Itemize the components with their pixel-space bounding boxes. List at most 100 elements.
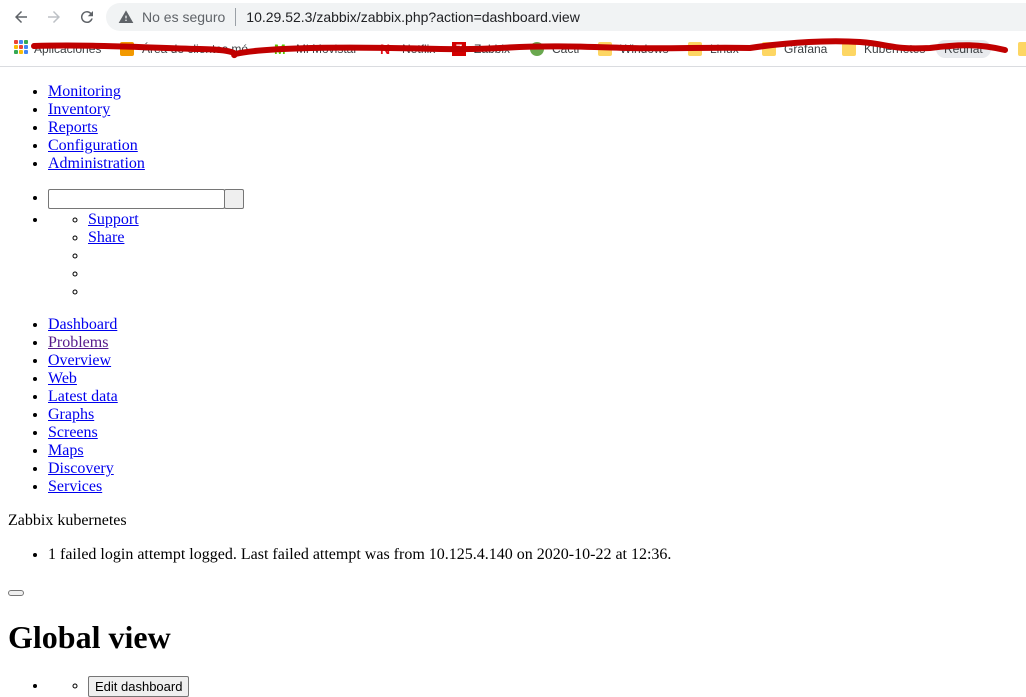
dashboard-controls-sub: Edit dashboard xyxy=(48,676,190,697)
folder-icon xyxy=(1018,42,1026,56)
movistar-icon: M xyxy=(274,41,286,57)
folder-icon xyxy=(842,42,856,56)
omnibox-separator xyxy=(235,8,237,26)
user-links-item: Support Share xyxy=(48,211,244,301)
main-menu-item: Monitoring xyxy=(48,83,145,101)
bookmark-label: Netflix xyxy=(402,42,436,56)
submenu-problems[interactable]: Problems xyxy=(48,334,108,351)
menu-reports[interactable]: Reports xyxy=(48,119,98,136)
search-button[interactable] xyxy=(224,189,244,209)
bookmark-label: Cacti xyxy=(552,42,580,56)
share-link[interactable]: Share xyxy=(88,229,124,246)
dashboard-controls-item: Edit dashboard xyxy=(48,676,190,697)
bookmark-label: Windows xyxy=(620,42,669,56)
bookmark-label: Aplicaciones xyxy=(34,42,102,56)
bookmark-label: Zabbix xyxy=(474,42,511,56)
user-link-item: Share xyxy=(88,229,244,247)
submenu-overview[interactable]: Overview xyxy=(48,352,111,369)
browser-chrome: No es seguro 10.29.52.3/zabbix/zabbix.ph… xyxy=(0,0,1026,67)
folder-icon xyxy=(598,42,612,56)
menu-monitoring[interactable]: Monitoring xyxy=(48,83,121,100)
forward-button[interactable] xyxy=(42,5,66,29)
bookmark-netflix[interactable]: N Netflix xyxy=(380,40,435,58)
bookmark-label: Mi Movistar xyxy=(296,42,358,56)
sub-menu-item: Services xyxy=(48,478,118,496)
dashboard-controls: Edit dashboard xyxy=(8,676,190,697)
user-link-item xyxy=(88,247,244,265)
bookmark-kubernetes[interactable]: Kubernetes xyxy=(842,40,925,58)
main-menu-item: Administration xyxy=(48,155,145,173)
url-text[interactable]: 10.29.52.3/zabbix/zabbix.php?action=dash… xyxy=(246,9,580,25)
user-links: Support Share xyxy=(48,211,244,301)
search-item xyxy=(48,189,244,209)
folder-icon xyxy=(762,42,776,56)
bookmark-zabbix[interactable]: Z Zabbix xyxy=(452,40,510,58)
submenu-maps[interactable]: Maps xyxy=(48,442,84,459)
folder-icon xyxy=(688,42,702,56)
bookmark-label: Grafana xyxy=(784,42,828,56)
edit-dashboard-button[interactable]: Edit dashboard xyxy=(88,676,190,697)
reload-icon xyxy=(80,11,93,24)
submenu-latest-data[interactable]: Latest data xyxy=(48,388,118,405)
sub-menu-item: Dashboard xyxy=(48,316,118,334)
arrow-left-icon xyxy=(15,11,27,23)
submenu-web[interactable]: Web xyxy=(48,370,77,387)
submenu-graphs[interactable]: Graphs xyxy=(48,406,94,423)
bookmark-label: Linux xyxy=(710,42,739,56)
menu-configuration[interactable]: Configuration xyxy=(48,137,138,154)
main-menu-item: Inventory xyxy=(48,101,145,119)
bookmark-apps[interactable]: Aplicaciones xyxy=(34,40,101,58)
back-button[interactable] xyxy=(9,5,33,29)
support-link[interactable]: Support xyxy=(88,211,139,228)
netflix-icon: N xyxy=(380,41,391,57)
main-menu: Monitoring Inventory Reports Configurati… xyxy=(8,83,145,173)
reload-button[interactable] xyxy=(75,5,99,29)
user-link-item: Support xyxy=(88,211,244,229)
main-menu-item: Configuration xyxy=(48,137,145,155)
bookmark-overflow[interactable] xyxy=(1018,40,1026,58)
sub-menu-item: Problems xyxy=(48,334,118,352)
edit-dashboard-item: Edit dashboard xyxy=(88,676,190,697)
user-menu: Support Share xyxy=(8,189,244,301)
bookmark-area-clientes[interactable]: Área de clientes mó... xyxy=(120,40,258,58)
sub-menu-item: Maps xyxy=(48,442,118,460)
message-close-button[interactable] xyxy=(8,590,24,596)
sub-menu-item: Overview xyxy=(48,352,118,370)
address-bar[interactable]: No es seguro 10.29.52.3/zabbix/zabbix.ph… xyxy=(106,3,1026,31)
bookmark-label: Redhat xyxy=(944,42,983,56)
sub-menu-item: Discovery xyxy=(48,460,118,478)
arrow-right-icon xyxy=(48,11,60,23)
page-title: Global view xyxy=(8,619,171,655)
bookmark-linux[interactable]: Linux xyxy=(688,40,739,58)
sub-menu-item: Graphs xyxy=(48,406,118,424)
submenu-discovery[interactable]: Discovery xyxy=(48,460,114,477)
bookmark-windows[interactable]: Windows xyxy=(598,40,669,58)
bookmarks-bar: Aplicaciones Área de clientes mó... M Mi … xyxy=(0,36,1026,62)
bookmark-mi-movistar[interactable]: M Mi Movistar xyxy=(274,40,357,58)
submenu-services[interactable]: Services xyxy=(48,478,102,495)
sub-menu-item: Screens xyxy=(48,424,118,442)
warning-icon xyxy=(118,10,134,23)
server-name: Zabbix kubernetes xyxy=(8,512,127,529)
search-input[interactable] xyxy=(48,189,225,209)
user-link-item xyxy=(88,265,244,283)
menu-inventory[interactable]: Inventory xyxy=(48,101,110,118)
submenu-screens[interactable]: Screens xyxy=(48,424,98,441)
folder-icon xyxy=(120,42,134,56)
sub-menu: Dashboard Problems Overview Web Latest d… xyxy=(8,316,118,496)
user-link-item xyxy=(88,283,244,301)
bookmark-redhat[interactable]: Redhat xyxy=(936,40,991,58)
sub-menu-item: Web xyxy=(48,370,118,388)
failed-login-message: 1 failed login attempt logged. Last fail… xyxy=(48,546,671,564)
bookmark-label: Kubernetes xyxy=(864,42,926,56)
cacti-icon xyxy=(530,42,544,56)
sub-menu-item: Latest data xyxy=(48,388,118,406)
bookmark-grafana[interactable]: Grafana xyxy=(762,40,827,58)
bookmark-label: Área de clientes mó... xyxy=(142,42,259,56)
security-label: No es seguro xyxy=(142,9,226,25)
menu-administration[interactable]: Administration xyxy=(48,155,145,172)
message-list: 1 failed login attempt logged. Last fail… xyxy=(8,546,671,564)
submenu-dashboard[interactable]: Dashboard xyxy=(48,316,117,333)
bookmark-cacti[interactable]: Cacti xyxy=(530,40,579,58)
zabbix-icon: Z xyxy=(452,42,466,56)
